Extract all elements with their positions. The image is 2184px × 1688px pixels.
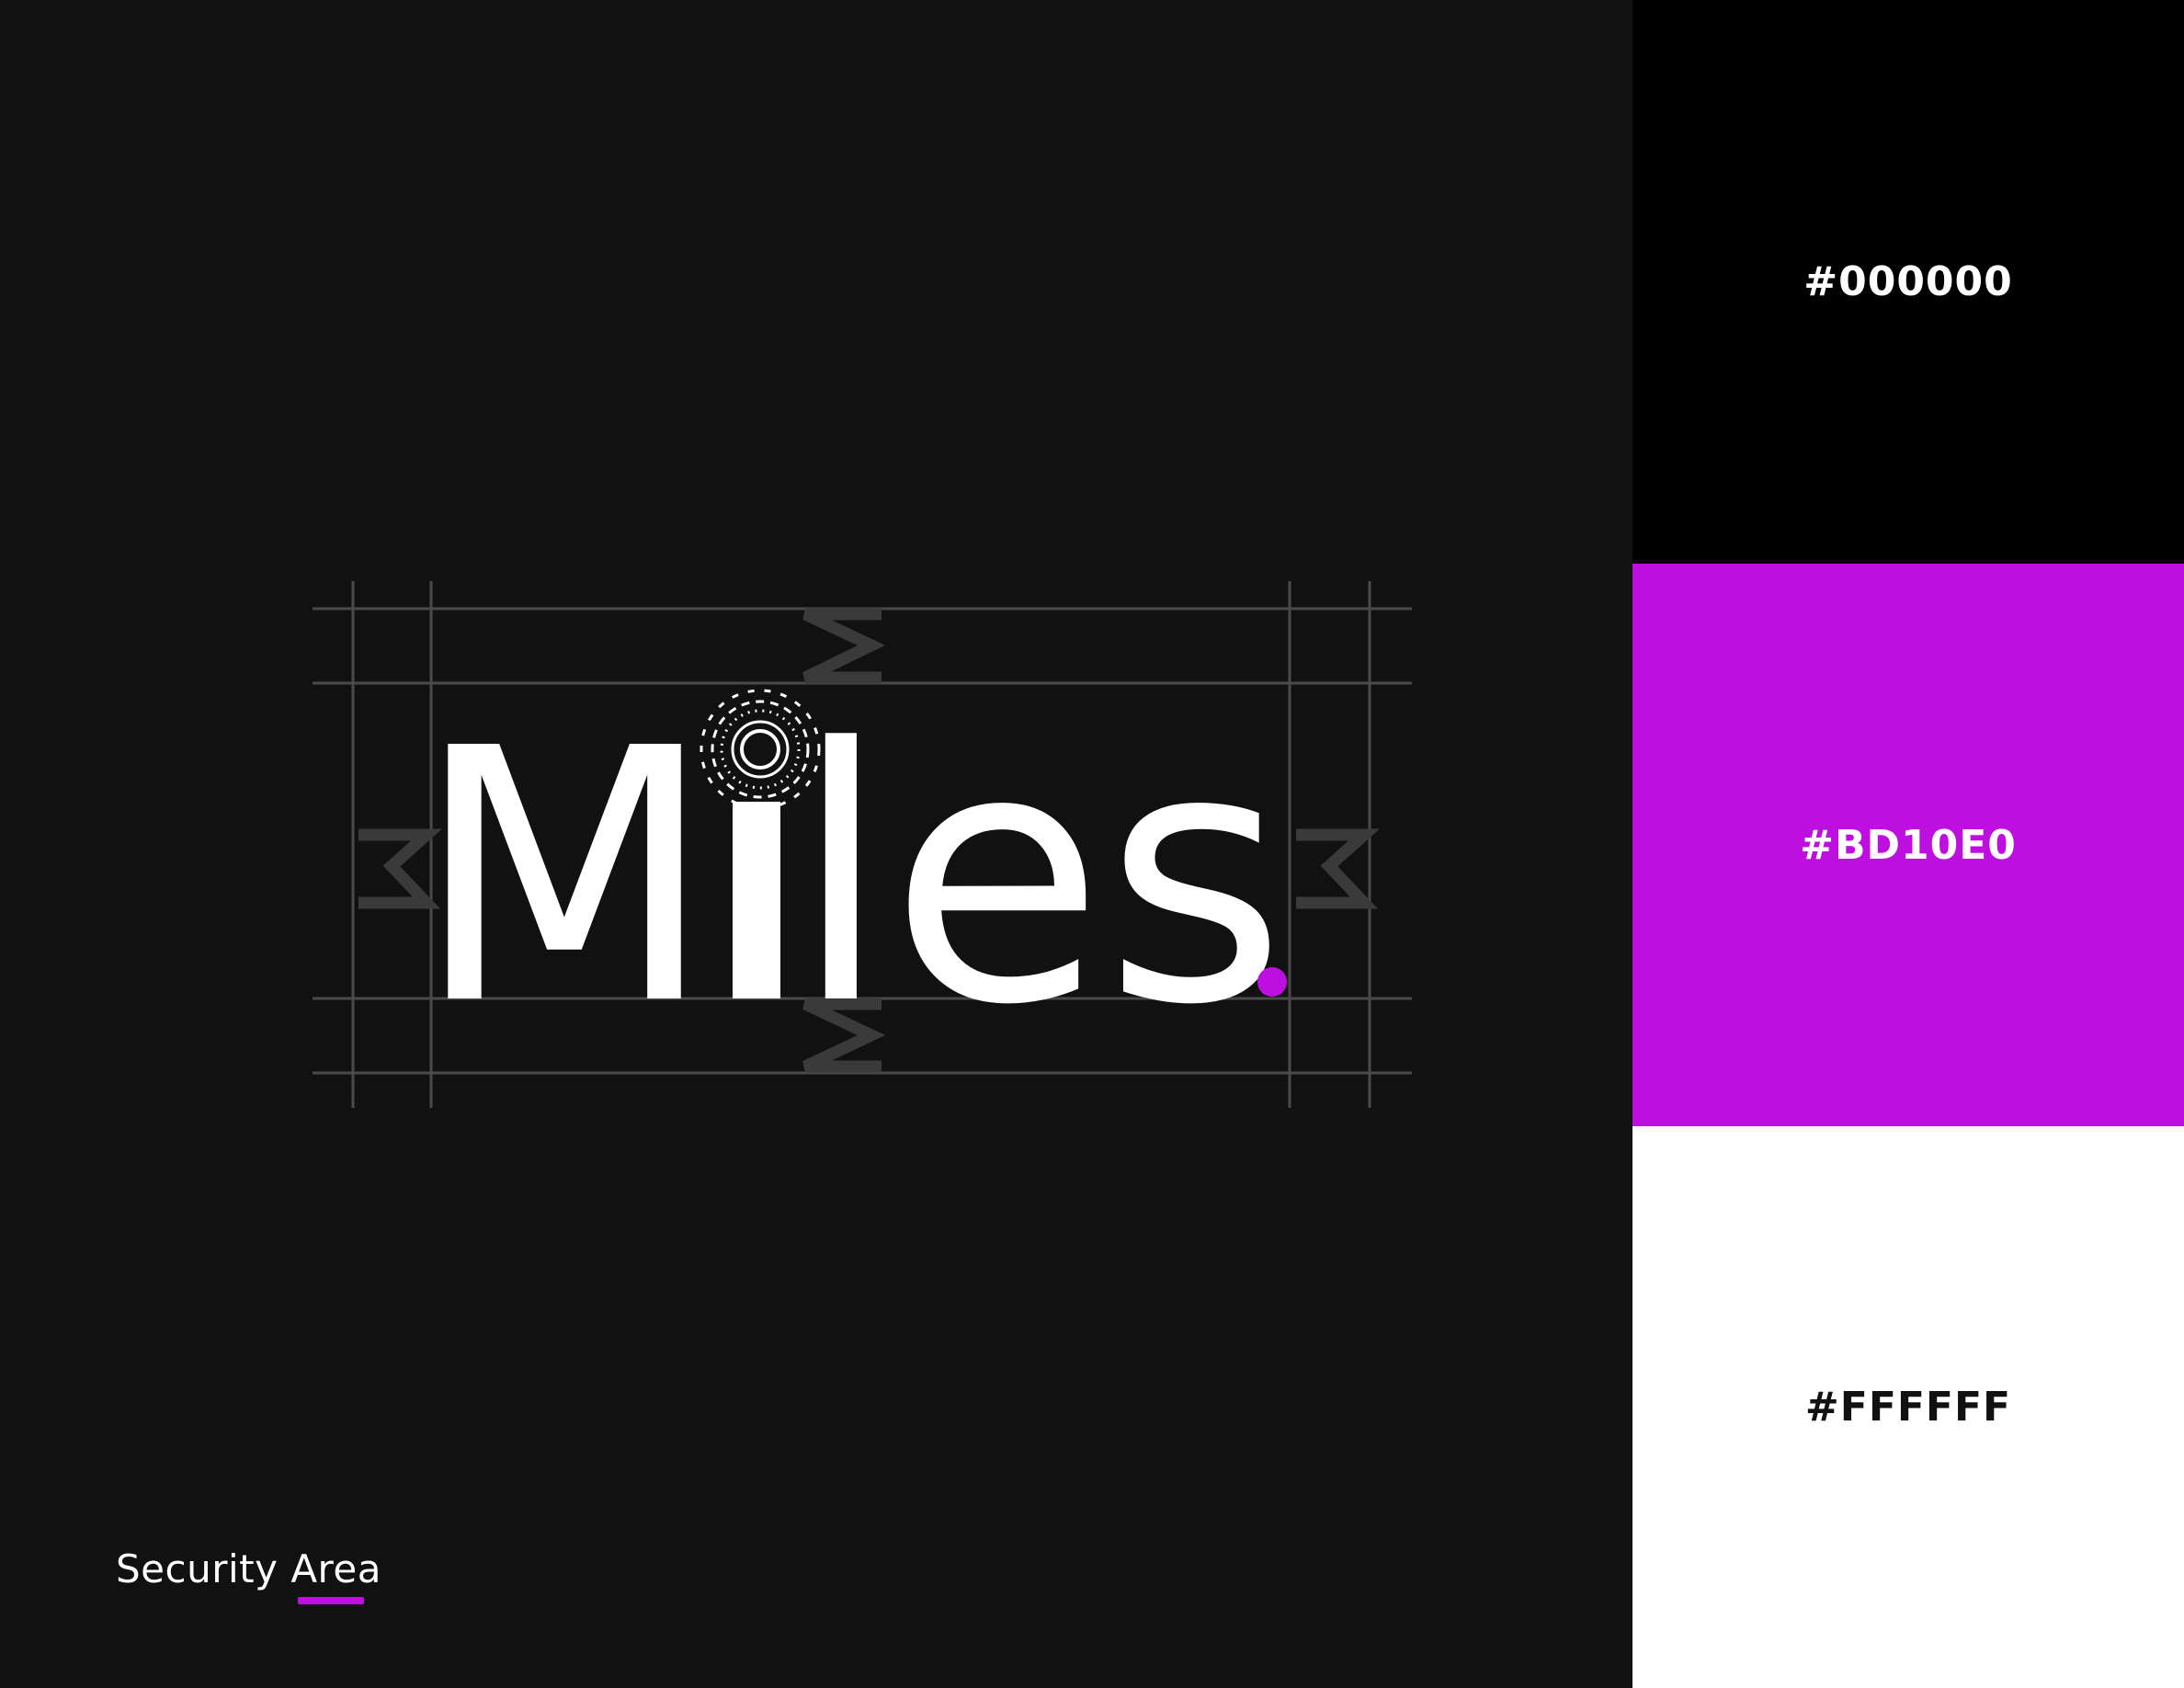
swatch-purple: #BD10E0 (1632, 564, 2184, 1126)
wordmark-i-stem (733, 802, 780, 998)
swatch-black: #000000 (1632, 0, 2184, 564)
swatch-white: #FFFFFF (1632, 1126, 2184, 1688)
swatch-purple-hex: #BD10E0 (1800, 821, 2017, 869)
logo-presentation-canvas: M les Security Area (0, 0, 1632, 1688)
section-label-underline (298, 1597, 364, 1604)
color-palette-panel: #000000 #BD10E0 #FFFFFF (1632, 0, 2184, 1688)
swatch-black-hex: #000000 (1803, 258, 2013, 305)
wordmark: M les (414, 674, 1286, 1081)
accent-dot (1257, 967, 1287, 997)
m-spacing-marker-icon (1296, 828, 1381, 909)
security-area-diagram: M les (313, 581, 1412, 1108)
swatch-white-hex: #FFFFFF (1804, 1384, 2012, 1431)
section-label: Security Area (116, 1546, 381, 1591)
m-spacing-marker-icon (802, 608, 886, 684)
wordmark-m: M (414, 674, 715, 1081)
wordmark-les: les (792, 674, 1286, 1081)
